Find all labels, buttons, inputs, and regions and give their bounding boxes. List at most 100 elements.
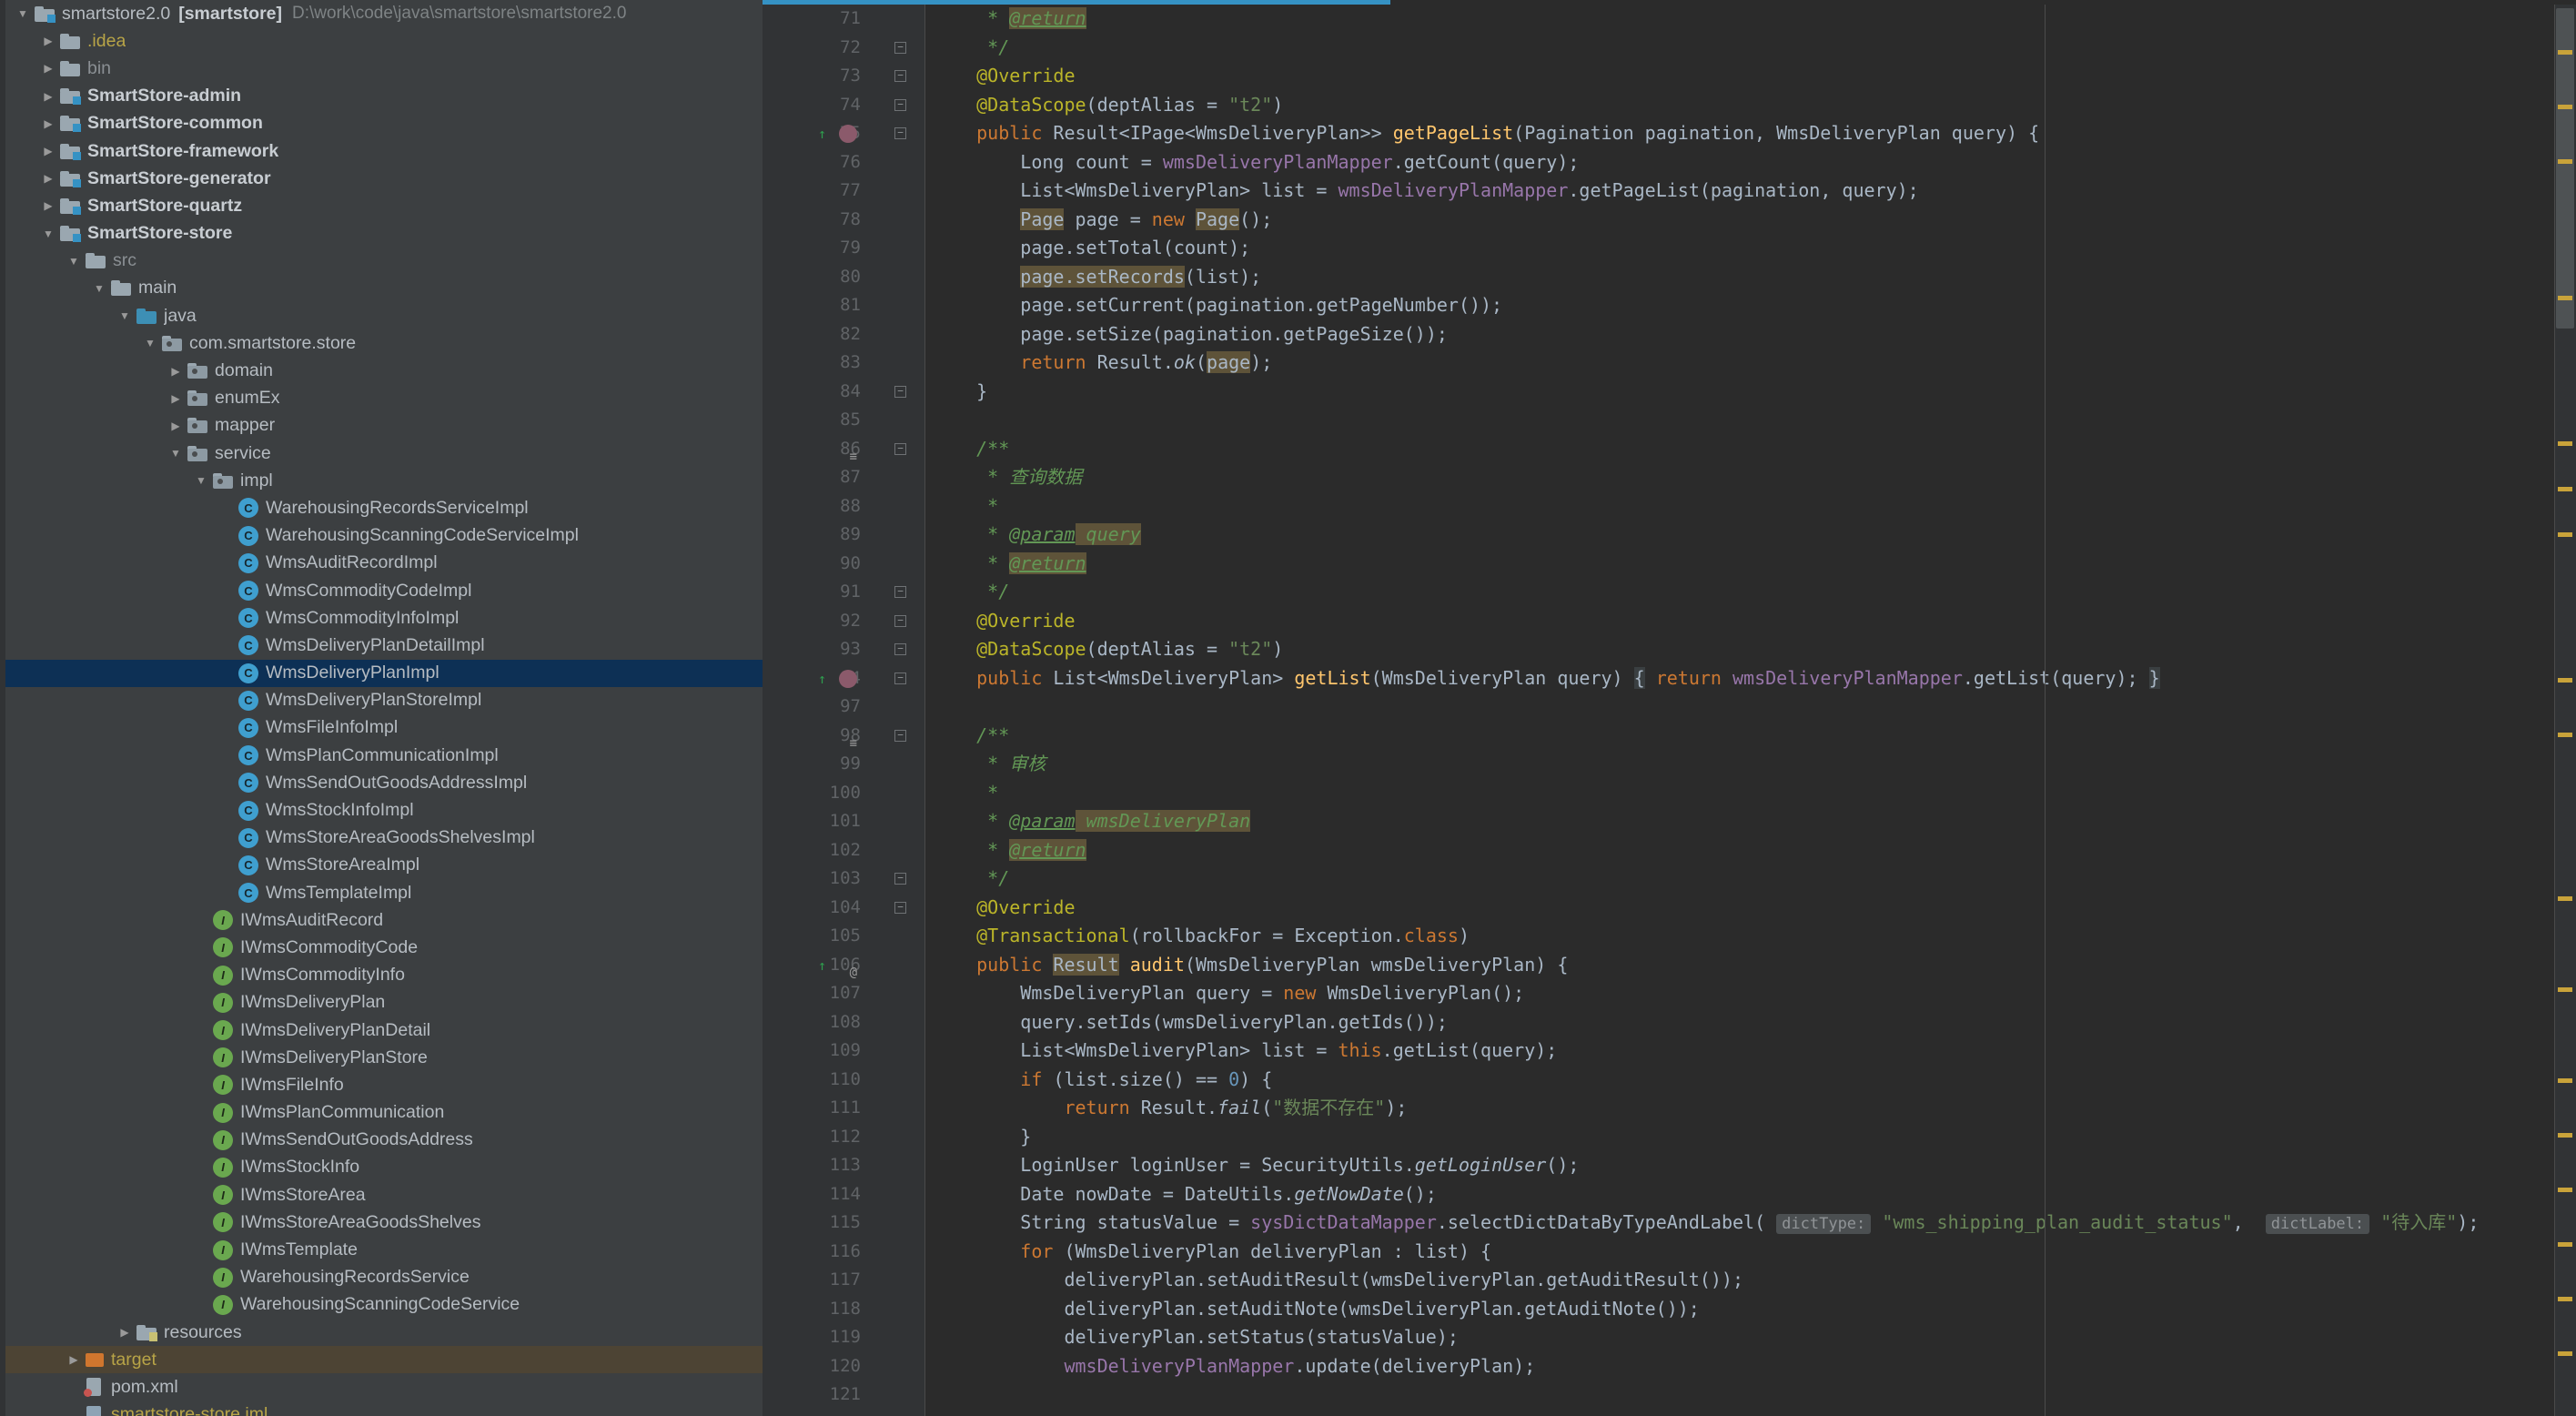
- chevron-down-icon[interactable]: ▼: [138, 337, 162, 349]
- chevron-right-icon[interactable]: ▶: [36, 117, 60, 130]
- chevron-down-icon[interactable]: ▼: [11, 7, 35, 20]
- tree-row-iwmsstorearea[interactable]: ▶IIWmsStoreArea: [0, 1181, 763, 1209]
- tree-row-wmsdeliveryplanstoreimpl[interactable]: ▶CWmsDeliveryPlanStoreImpl: [0, 687, 763, 714]
- fold-region[interactable]: [874, 320, 924, 349]
- tree-row-project-root[interactable]: ▼ smartstore2.0 [smartstore] D:\work\cod…: [0, 0, 763, 27]
- project-tree[interactable]: ▶ .idea ▶ bin ▶ SmartStore-admin ▶ SmartStore-c…: [0, 27, 763, 1416]
- fold-region[interactable]: [874, 1295, 924, 1324]
- code-line[interactable]: }: [944, 378, 2576, 407]
- code-line[interactable]: */: [944, 34, 2576, 63]
- fold-region[interactable]: [874, 291, 924, 320]
- error-stripe-marker[interactable]: [2558, 487, 2572, 491]
- chevron-down-icon[interactable]: ▼: [62, 255, 86, 268]
- tree-row-java[interactable]: ▼ java: [0, 302, 763, 329]
- error-stripe-marker[interactable]: [2558, 159, 2572, 164]
- chevron-right-icon[interactable]: ▶: [36, 35, 60, 47]
- code-line[interactable]: * @return: [944, 5, 2576, 34]
- tree-row-domain[interactable]: ▶ domain: [0, 357, 763, 384]
- code-line[interactable]: List<WmsDeliveryPlan> list = wmsDelivery…: [944, 177, 2576, 206]
- code-line[interactable]: [944, 406, 2576, 435]
- error-stripe-marker[interactable]: [2558, 733, 2572, 737]
- code-line[interactable]: Long count = wmsDeliveryPlanMapper.getCo…: [944, 148, 2576, 177]
- line-number-gutter[interactable]: 7172737475767778798081828384858687888990…: [763, 5, 874, 1416]
- override-method-gutter-icon[interactable]: ↑: [818, 126, 833, 142]
- fold-region[interactable]: ↑ @: [818, 951, 924, 980]
- tree-row-warehousingscanningcodeservice[interactable]: ▶IWarehousingScanningCodeService: [0, 1291, 763, 1319]
- tree-row-iwmssendoutgoodsaddress[interactable]: ▶IIWmsSendOutGoodsAddress: [0, 1127, 763, 1154]
- fold-region[interactable]: [874, 865, 924, 894]
- tree-row-smartstore-common[interactable]: ▶ SmartStore-common: [0, 110, 763, 137]
- tree-row-enumex[interactable]: ▶ enumEx: [0, 385, 763, 412]
- error-stripe-marker[interactable]: [2558, 296, 2572, 300]
- tree-row-wmsstoreareaimpl[interactable]: ▶CWmsStoreAreaImpl: [0, 852, 763, 879]
- error-stripe-marker[interactable]: [2558, 105, 2572, 109]
- error-stripe-marker[interactable]: [2558, 1351, 2572, 1356]
- fold-region[interactable]: [874, 1151, 924, 1180]
- fold-region[interactable]: [874, 206, 924, 235]
- tree-row--idea[interactable]: ▶ .idea: [0, 27, 763, 55]
- chevron-down-icon[interactable]: ▼: [36, 228, 60, 240]
- chevron-right-icon[interactable]: ▶: [36, 62, 60, 75]
- chevron-down-icon[interactable]: ▼: [189, 474, 213, 487]
- code-line[interactable]: public List<WmsDeliveryPlan> getList(Wms…: [944, 664, 2576, 693]
- chevron-right-icon[interactable]: ▶: [62, 1353, 86, 1366]
- tree-row-com-smartstore-store[interactable]: ▼ com.smartstore.store: [0, 329, 763, 357]
- tree-row-iwmsdeliveryplan[interactable]: ▶IIWmsDeliveryPlan: [0, 989, 763, 1016]
- code-line[interactable]: return Result.ok(page);: [944, 349, 2576, 378]
- tree-row-wmscommodityinfoimpl[interactable]: ▶CWmsCommodityInfoImpl: [0, 604, 763, 632]
- javadoc-gutter-icon[interactable]: ≡: [850, 443, 857, 472]
- code-line[interactable]: if (list.size() == 0) {: [944, 1066, 2576, 1095]
- override-method-gutter-icon[interactable]: ↑: [818, 957, 833, 974]
- error-stripe-marker[interactable]: [2558, 1188, 2572, 1192]
- fold-region[interactable]: [874, 1352, 924, 1381]
- tree-row-wmsstockinfoimpl[interactable]: ▶CWmsStockInfoImpl: [0, 796, 763, 824]
- code-line[interactable]: wmsDeliveryPlanMapper.update(deliveryPla…: [944, 1352, 2576, 1381]
- override-method-gutter-icon[interactable]: ↑: [818, 671, 833, 687]
- fold-region[interactable]: ↑: [818, 119, 924, 148]
- error-stripe-marker[interactable]: [2558, 1133, 2572, 1138]
- code-line[interactable]: * @return: [944, 550, 2576, 579]
- code-line[interactable]: page.setCurrent(pagination.getPageNumber…: [944, 291, 2576, 320]
- tree-row-iwmsplancommunication[interactable]: ▶IIWmsPlanCommunication: [0, 1099, 763, 1127]
- code-line[interactable]: for (WmsDeliveryPlan deliveryPlan : list…: [944, 1238, 2576, 1267]
- fold-region[interactable]: [874, 550, 924, 579]
- code-line[interactable]: * 查询数据: [944, 463, 2576, 492]
- code-line[interactable]: List<WmsDeliveryPlan> list = this.getLis…: [944, 1037, 2576, 1066]
- tree-row-mapper[interactable]: ▶ mapper: [0, 412, 763, 440]
- fold-region[interactable]: [874, 492, 924, 521]
- fold-region[interactable]: [874, 1381, 924, 1410]
- javadoc-gutter-icon[interactable]: ≡: [850, 730, 857, 759]
- tree-row-wmssendoutgoodsaddressimpl[interactable]: ▶CWmsSendOutGoodsAddressImpl: [0, 769, 763, 796]
- chevron-right-icon[interactable]: ▶: [36, 145, 60, 157]
- code-line[interactable]: @Override: [944, 894, 2576, 923]
- fold-region[interactable]: [874, 406, 924, 435]
- tree-row-iwmsdeliveryplandetail[interactable]: ▶IIWmsDeliveryPlanDetail: [0, 1016, 763, 1044]
- fold-region[interactable]: [874, 62, 924, 91]
- chevron-right-icon[interactable]: ▶: [164, 420, 187, 432]
- error-stripe-marker[interactable]: [2558, 896, 2572, 901]
- fold-collapse-icon[interactable]: [894, 98, 906, 111]
- fold-collapse-icon[interactable]: [894, 901, 906, 914]
- fold-region[interactable]: [874, 1323, 924, 1352]
- fold-region[interactable]: [874, 521, 924, 550]
- error-stripe-marker[interactable]: [2558, 1078, 2572, 1083]
- code-folding-gutter[interactable]: ↑ ≡ ↑ ≡ ↑@: [818, 5, 925, 1416]
- error-stripe-marker[interactable]: [2558, 532, 2572, 537]
- chevron-down-icon[interactable]: ▼: [164, 447, 187, 460]
- fold-collapse-icon[interactable]: [894, 614, 906, 627]
- fold-region[interactable]: [874, 979, 924, 1008]
- code-line[interactable]: * @return: [944, 836, 2576, 865]
- tree-row-wmscommoditycodeimpl[interactable]: ▶CWmsCommodityCodeImpl: [0, 577, 763, 604]
- tree-row-smartstore-framework[interactable]: ▶ SmartStore-framework: [0, 137, 763, 165]
- error-stripe-marker[interactable]: [2558, 1242, 2572, 1247]
- code-line[interactable]: query.setIds(wmsDeliveryPlan.getIds());: [944, 1008, 2576, 1037]
- code-line[interactable]: Date nowDate = DateUtils.getNowDate();: [944, 1180, 2576, 1209]
- tree-row-iwmsstoreareagoodsshelves[interactable]: ▶IIWmsStoreAreaGoodsShelves: [0, 1209, 763, 1236]
- code-line[interactable]: deliveryPlan.setAuditResult(wmsDeliveryP…: [944, 1266, 2576, 1295]
- fold-region[interactable]: [874, 1266, 924, 1295]
- fold-region[interactable]: ≡: [850, 435, 924, 464]
- fold-expand-icon[interactable]: [894, 672, 906, 684]
- fold-doc-icon[interactable]: [894, 729, 906, 742]
- tree-row-smartstore-generator[interactable]: ▶ SmartStore-generator: [0, 165, 763, 192]
- fold-region[interactable]: [874, 750, 924, 779]
